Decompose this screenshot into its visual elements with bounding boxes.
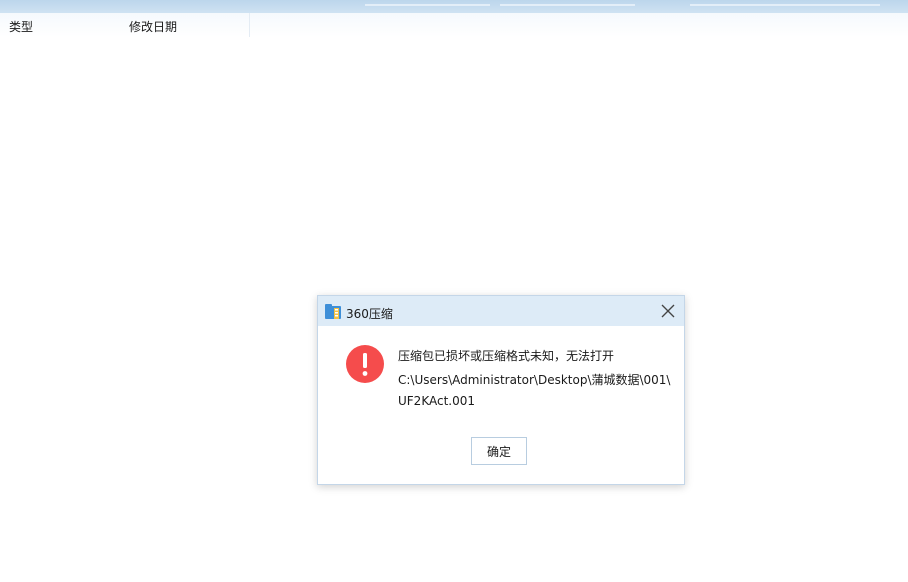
ok-button[interactable]: 确定	[471, 437, 527, 465]
file-name-line: UF2KAct.001	[398, 394, 475, 408]
top-strip-highlight	[690, 4, 880, 6]
file-list-header: 类型 修改日期	[0, 13, 908, 37]
dialog-titlebar[interactable]: 360压缩	[318, 296, 684, 326]
error-dialog: 360压缩 压缩包已损坏或压缩格式未知，无法打开 C:\Users\Admini…	[317, 295, 685, 485]
close-icon[interactable]	[659, 302, 677, 320]
dialog-title: 360压缩	[346, 307, 393, 321]
error-exclamation-icon	[346, 345, 384, 383]
error-message: 压缩包已损坏或压缩格式未知，无法打开	[398, 349, 615, 363]
column-header-modified-date[interactable]: 修改日期	[129, 18, 177, 35]
column-header-type[interactable]: 类型	[9, 18, 33, 35]
file-path-line: C:\Users\Administrator\Desktop\蒲城数据\001\	[398, 373, 671, 387]
360zip-app-icon	[325, 304, 341, 319]
column-divider[interactable]	[249, 13, 250, 37]
top-strip-highlight	[500, 4, 635, 6]
window-top-strip	[0, 0, 908, 13]
top-strip-highlight	[365, 4, 490, 6]
